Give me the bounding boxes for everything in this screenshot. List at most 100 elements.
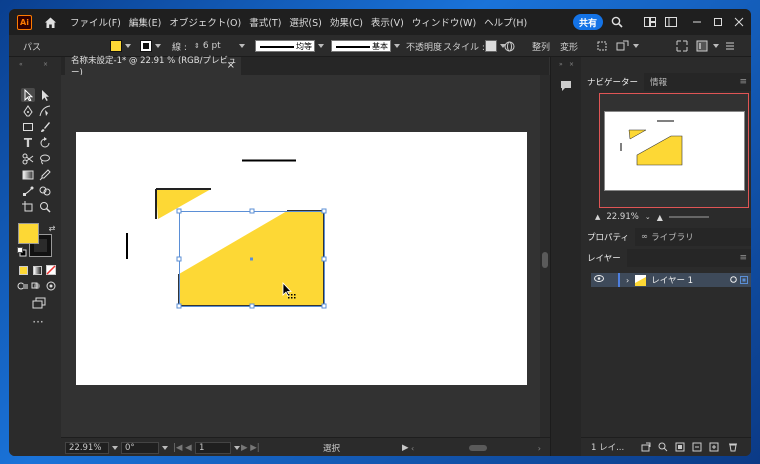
menu-select[interactable]: 選択(S) [289, 15, 321, 29]
menu-window[interactable]: ウィンドウ(W) [412, 15, 476, 29]
first-artboard-icon[interactable]: |◀ ◀ [173, 442, 192, 454]
locate-object-icon[interactable] [658, 442, 668, 455]
gradient-tool-icon[interactable] [21, 168, 35, 182]
vertical-scroll-thumb[interactable] [542, 252, 548, 268]
layers-panel-menu-icon[interactable]: ≡ [739, 253, 747, 263]
stroke-swatch[interactable] [140, 39, 161, 53]
scissors-tool-icon[interactable] [21, 152, 35, 166]
fill-color-swatch[interactable] [18, 223, 39, 244]
artboard-tool-icon[interactable] [21, 200, 35, 214]
rotation-select[interactable]: 0° [121, 442, 168, 454]
layer-row[interactable]: › レイヤー 1 [591, 273, 751, 287]
rectangle-tool-icon[interactable] [21, 120, 35, 134]
gradient-mode-icon[interactable] [30, 263, 44, 277]
type-tool-icon[interactable]: T [21, 136, 35, 150]
vertical-scrollbar[interactable] [540, 75, 550, 437]
new-layer-icon[interactable] [709, 442, 719, 455]
minimize-icon[interactable] [690, 15, 704, 29]
tab-info[interactable]: 情報 [644, 73, 673, 91]
color-mode-icon[interactable] [16, 263, 30, 277]
last-artboard-icon[interactable]: ▶ ▶| [241, 442, 260, 454]
fill-swatch[interactable] [110, 39, 131, 53]
selection-tool-icon[interactable] [21, 88, 35, 102]
zoom-dropdown-icon[interactable]: ⌄ [645, 213, 651, 221]
share-button[interactable]: 共有 [573, 14, 603, 30]
menu-file[interactable]: ファイル(F) [70, 15, 121, 29]
close-tab-icon[interactable]: × [227, 60, 235, 71]
artwork[interactable] [76, 132, 527, 385]
horizontal-scroll-thumb[interactable] [469, 445, 487, 451]
menu-type[interactable]: 書式(T) [249, 15, 281, 29]
close-icon[interactable] [732, 15, 746, 29]
isolate-icon[interactable] [596, 39, 608, 53]
canvas[interactable] [61, 75, 540, 437]
graphic-style-swatch[interactable] [485, 39, 506, 53]
navigator-zoom-value[interactable]: 22.91% [606, 212, 638, 222]
tab-properties[interactable]: プロパティ [581, 228, 635, 246]
layer-selected-indicator[interactable] [740, 276, 748, 287]
maximize-icon[interactable] [711, 15, 725, 29]
menu-help[interactable]: ヘルプ(H) [484, 15, 527, 29]
default-colors-icon[interactable] [15, 245, 29, 259]
draw-behind-icon[interactable] [30, 279, 44, 293]
search-icon[interactable] [610, 15, 624, 29]
home-icon[interactable] [42, 14, 58, 30]
pen-tool-icon[interactable] [21, 104, 35, 118]
tab-navigator[interactable]: ナビゲーター [581, 73, 645, 91]
shape-builder-tool-icon[interactable] [38, 184, 52, 198]
menu-edit[interactable]: 編集(E) [129, 15, 161, 29]
workspace-icon[interactable] [664, 15, 678, 29]
expand-layer-icon[interactable]: › [626, 276, 629, 285]
menu-effect[interactable]: 効果(C) [330, 15, 363, 29]
clipping-mask-icon[interactable] [675, 442, 685, 455]
export-icon[interactable] [641, 442, 651, 455]
artboard[interactable] [76, 132, 527, 385]
lasso-tool-icon[interactable] [38, 152, 52, 166]
tab-layers[interactable]: レイヤー [581, 249, 627, 267]
new-sublayer-icon[interactable] [692, 442, 702, 455]
tab-libraries[interactable]: ∞ ライブラリ [635, 228, 700, 246]
menu-object[interactable]: オブジェクト(O) [169, 15, 241, 29]
navigator-preview[interactable] [599, 93, 749, 208]
comments-icon[interactable] [559, 79, 573, 93]
swap-colors-icon[interactable]: ⇄ [45, 221, 59, 235]
direct-selection-tool-icon[interactable] [38, 88, 52, 102]
layer-name[interactable]: レイヤー 1 [651, 274, 693, 286]
opacity-label[interactable]: 不透明度 [406, 39, 442, 53]
draw-mode-icon[interactable] [16, 279, 30, 293]
panel-options-icon[interactable] [676, 39, 688, 53]
artboard-number-select[interactable]: 1 [195, 442, 240, 454]
document-tab[interactable]: 名称未設定-1* @ 22.91 % (RGB/プレビュー) × [65, 56, 241, 78]
align-button[interactable]: 整列 [532, 39, 550, 53]
triangle-shape[interactable] [156, 189, 211, 219]
layer-target-icon[interactable] [730, 276, 737, 286]
more-options-icon[interactable] [725, 39, 735, 53]
menu-view[interactable]: 表示(V) [371, 15, 404, 29]
zoom-tool-icon[interactable] [38, 200, 52, 214]
edit-toolbar-icon[interactable]: ··· [31, 315, 45, 329]
transform-button[interactable]: 変形 [560, 39, 578, 53]
eyedropper-tool-icon[interactable] [38, 168, 52, 182]
stroke-weight-stepper[interactable]: ⇕ 6 pt [194, 39, 245, 53]
status-menu-icon[interactable]: ▶ [402, 442, 409, 454]
zoom-in-icon[interactable]: ▲ [657, 213, 663, 222]
brush-select[interactable]: 基本 [331, 39, 400, 53]
zoom-out-icon[interactable]: ▲ [595, 213, 600, 221]
stroke-profile-select[interactable]: 均等 [255, 39, 324, 53]
screen-mode-icon[interactable] [31, 296, 47, 310]
panel-menu-icon[interactable]: ≡ [739, 77, 747, 87]
zoom-select[interactable]: 22.91% [65, 442, 118, 454]
horizontal-scrollbar[interactable]: ‹ › [411, 442, 541, 454]
zoom-slider[interactable] [668, 216, 709, 218]
curvature-tool-icon[interactable] [38, 104, 52, 118]
draw-inside-icon[interactable] [44, 279, 58, 293]
paintbrush-tool-icon[interactable] [38, 120, 52, 134]
visibility-eye-icon[interactable] [594, 275, 606, 285]
blend-tool-icon[interactable] [21, 184, 35, 198]
globe-icon[interactable] [504, 39, 515, 53]
control-menu-icon[interactable] [696, 39, 719, 53]
arrange-documents-icon[interactable] [643, 15, 657, 29]
rotate-tool-icon[interactable] [38, 136, 52, 150]
recolor-icon[interactable] [616, 39, 639, 53]
delete-layer-icon[interactable] [728, 442, 738, 455]
